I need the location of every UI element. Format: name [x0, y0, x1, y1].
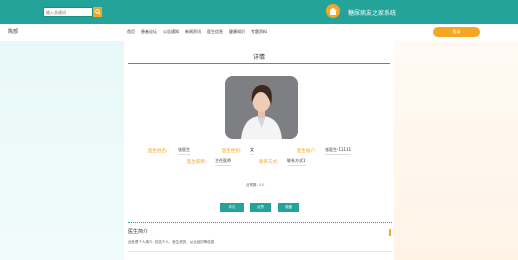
site-title: 糖尿病友之家系统	[348, 10, 397, 17]
nav-bar: 陈部 首页 患者论坛 公告通知 新闻资讯 医生信息 健康知识 专题资料 登录	[0, 24, 518, 41]
doctor-contact-label: 联系方式:	[259, 160, 279, 165]
left-background	[0, 41, 124, 260]
section-divider	[128, 222, 392, 223]
like-count-label: 点赞数:	[246, 183, 258, 187]
doctor-account-value: 张医生-11111	[325, 147, 352, 155]
nav-item-notice[interactable]: 公告通知	[163, 29, 179, 35]
doctor-title-value: 主任医师	[215, 158, 231, 166]
doctor-account-label: 医生账户:	[297, 149, 317, 154]
page-title: 详情	[252, 54, 265, 61]
title-divider	[128, 63, 390, 64]
search-icon	[94, 9, 101, 15]
comment-button[interactable]: 评论	[220, 203, 244, 212]
search-input[interactable]	[43, 7, 93, 17]
nav-menu: 首页 患者论坛 公告通知 新闻资讯 医生信息 健康知识 专题资料	[127, 29, 267, 35]
like-count-value: 0.0	[258, 183, 265, 187]
nav-item-home[interactable]: 首页	[127, 29, 135, 35]
top-bar: 糖尿病友之家系统	[0, 0, 518, 24]
doctor-gender-value: 女	[250, 147, 254, 155]
intro-text: 此处是个人简介, 包括个人、医生资历、从业经历等信息	[128, 240, 215, 244]
site-logo	[326, 4, 340, 18]
doctor-name-label: 医生姓名:	[148, 149, 168, 154]
search-box	[43, 7, 102, 17]
favorite-button[interactable]: 收藏	[278, 203, 299, 212]
nav-item-news[interactable]: 新闻资讯	[185, 29, 201, 35]
doctor-contact-value: 联系方式1	[287, 158, 306, 166]
intro-accent-bar	[389, 229, 391, 236]
nav-item-topic[interactable]: 专题资料	[251, 29, 267, 35]
home-icon	[329, 7, 337, 15]
intro-title: 医生简介	[128, 229, 149, 235]
like-count: 点赞数: 0.0	[246, 183, 264, 188]
right-background	[394, 41, 518, 260]
nav-item-doctor[interactable]: 医生信息	[207, 29, 223, 35]
doctor-photo	[225, 76, 298, 139]
doctor-title-label: 医生职称:	[187, 160, 207, 165]
bottom-divider	[128, 251, 392, 252]
like-button[interactable]: 点赞	[250, 203, 271, 212]
doctor-name-value: 张医生	[178, 147, 190, 155]
nav-item-health[interactable]: 健康知识	[229, 29, 245, 35]
search-button[interactable]	[93, 7, 102, 17]
doctor-portrait	[225, 76, 298, 139]
nav-item-forum[interactable]: 患者论坛	[141, 29, 157, 35]
doctor-gender-label: 医生性别:	[222, 149, 242, 154]
login-button[interactable]: 登录	[433, 27, 480, 37]
user-name[interactable]: 陈部	[8, 28, 18, 35]
